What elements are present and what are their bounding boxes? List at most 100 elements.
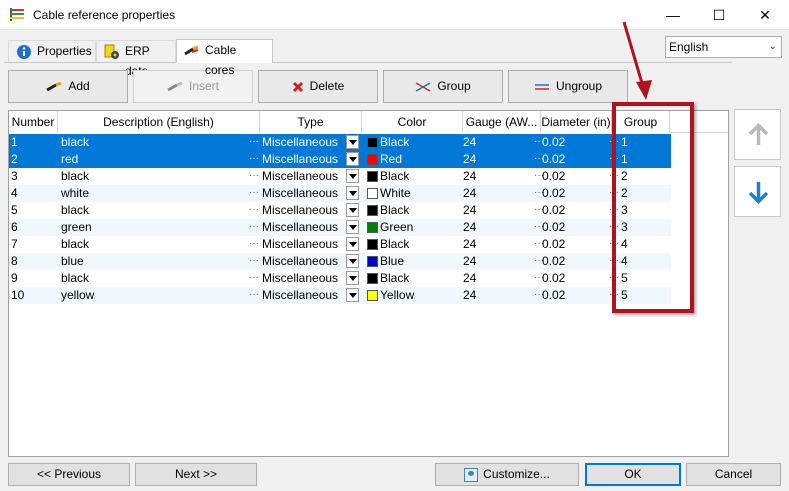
cell-gauge[interactable]: 24 [463,185,476,202]
cell-color[interactable]: Red [380,151,402,168]
type-dropdown-button[interactable] [346,254,359,268]
column-header-type[interactable]: Type [260,111,362,133]
cell-diameter[interactable]: 0.02 [542,134,565,151]
type-dropdown-button[interactable] [346,220,359,234]
cell-gauge[interactable]: 24 [463,219,476,236]
type-dropdown-button[interactable] [346,186,359,200]
cell-diameter[interactable]: 0.02 [542,253,565,270]
close-button[interactable]: ✕ [742,0,788,30]
table-row[interactable]: 3 black ··· Miscellaneous Black 24 ··· 0.02 ··· 2 [9,168,671,185]
cell-color[interactable]: Black [380,168,409,185]
cell-diameter[interactable]: 0.02 [542,219,565,236]
cell-number[interactable]: 2 [11,151,18,168]
cell-color[interactable]: White [380,185,411,202]
cell-gauge[interactable]: 24 [463,134,476,151]
cell-color[interactable]: Black [380,236,409,253]
type-dropdown-button[interactable] [346,288,359,302]
cell-gauge[interactable]: 24 [463,270,476,287]
table-row[interactable]: 10 yellow ··· Miscellaneous Yellow 24 ··· 0.02 ·… [9,287,671,304]
cell-type[interactable]: Miscellaneous [262,185,338,202]
add-button[interactable]: Add [8,70,128,103]
cell-number[interactable]: 6 [11,219,18,236]
cancel-button[interactable]: Cancel [686,463,781,486]
type-dropdown-button[interactable] [346,237,359,251]
next-button[interactable]: Next >> [135,463,257,486]
type-dropdown-button[interactable] [346,169,359,183]
cell-color[interactable]: Yellow [380,287,414,304]
cell-description[interactable]: green [61,219,92,236]
cell-number[interactable]: 1 [11,134,18,151]
cell-color[interactable]: Black [380,270,409,287]
cell-description[interactable]: red [61,151,78,168]
cell-diameter[interactable]: 0.02 [542,270,565,287]
tab-erp-data[interactable]: ERP data [96,40,176,78]
tab-cable-cores[interactable]: Cable cores [176,39,273,77]
column-header-gauge[interactable]: Gauge (AW... [463,111,541,133]
cell-number[interactable]: 5 [11,202,18,219]
table-row[interactable]: 7 black ··· Miscellaneous Black 24 ··· 0.02 ··· 4 [9,236,671,253]
table-row[interactable]: 1 black ··· Miscellaneous Black 24 ··· 0.02 ··· 1 [9,134,671,151]
type-dropdown-button[interactable] [346,152,359,166]
table-row[interactable]: 8 blue ··· Miscellaneous Blue 24 ··· 0.02 ··· 4 [9,253,671,270]
cell-diameter[interactable]: 0.02 [542,287,565,304]
table-row[interactable]: 4 white ··· Miscellaneous White 24 ··· 0.02 ··· 2 [9,185,671,202]
cell-type[interactable]: Miscellaneous [262,134,338,151]
maximize-button[interactable]: ☐ [696,0,742,30]
cell-color[interactable]: Blue [380,253,404,270]
previous-button[interactable]: << Previous [8,463,130,486]
cell-description[interactable]: yellow [61,287,94,304]
move-up-button[interactable] [734,109,781,160]
cell-number[interactable]: 4 [11,185,18,202]
cell-number[interactable]: 7 [11,236,18,253]
insert-button[interactable]: Insert [133,70,253,103]
cell-description[interactable]: white [61,185,89,202]
cell-color[interactable]: Black [380,134,409,151]
cell-description[interactable]: black [61,270,89,287]
group-button[interactable]: Group [383,70,503,103]
table-row[interactable]: 6 green ··· Miscellaneous Green 24 ··· 0.02 ··· 3 [9,219,671,236]
cell-color[interactable]: Black [380,202,409,219]
cell-diameter[interactable]: 0.02 [542,185,565,202]
table-row[interactable]: 9 black ··· Miscellaneous Black 24 ··· 0.02 ··· 5 [9,270,671,287]
column-header-color[interactable]: Color [362,111,463,133]
table-row[interactable]: 2 red ··· Miscellaneous Red 24 ··· 0.02 ··· 1 [9,151,671,168]
cell-diameter[interactable]: 0.02 [542,236,565,253]
ok-button[interactable]: OK [585,463,681,486]
cell-description[interactable]: black [61,134,89,151]
cell-number[interactable]: 8 [11,253,18,270]
cell-number[interactable]: 3 [11,168,18,185]
cell-gauge[interactable]: 24 [463,287,476,304]
column-header-number[interactable]: Number [9,111,58,133]
move-down-button[interactable] [734,166,781,217]
tab-properties[interactable]: Properties [8,40,96,62]
cell-type[interactable]: Miscellaneous [262,270,338,287]
cell-type[interactable]: Miscellaneous [262,219,338,236]
type-dropdown-button[interactable] [346,271,359,285]
cell-gauge[interactable]: 24 [463,253,476,270]
cell-type[interactable]: Miscellaneous [262,202,338,219]
column-header-description[interactable]: Description (English) [58,111,260,133]
cell-diameter[interactable]: 0.02 [542,168,565,185]
cell-gauge[interactable]: 24 [463,202,476,219]
cell-diameter[interactable]: 0.02 [542,202,565,219]
cell-type[interactable]: Miscellaneous [262,253,338,270]
cell-gauge[interactable]: 24 [463,236,476,253]
column-header-diameter[interactable]: Diameter (in) [541,111,612,133]
cell-gauge[interactable]: 24 [463,151,476,168]
delete-button[interactable]: Delete [258,70,378,103]
cell-description[interactable]: black [61,168,89,185]
cell-type[interactable]: Miscellaneous [262,287,338,304]
type-dropdown-button[interactable] [346,203,359,217]
cell-number[interactable]: 10 [11,287,24,304]
type-dropdown-button[interactable] [346,135,359,149]
cell-type[interactable]: Miscellaneous [262,151,338,168]
table-row[interactable]: 5 black ··· Miscellaneous Black 24 ··· 0.02 ··· 3 [9,202,671,219]
cell-description[interactable]: black [61,202,89,219]
cell-diameter[interactable]: 0.02 [542,151,565,168]
cell-description[interactable]: blue [61,253,84,270]
language-select[interactable]: English ⌄ [665,36,782,58]
cell-description[interactable]: black [61,236,89,253]
cell-number[interactable]: 9 [11,270,18,287]
cell-color[interactable]: Green [380,219,413,236]
cell-type[interactable]: Miscellaneous [262,168,338,185]
